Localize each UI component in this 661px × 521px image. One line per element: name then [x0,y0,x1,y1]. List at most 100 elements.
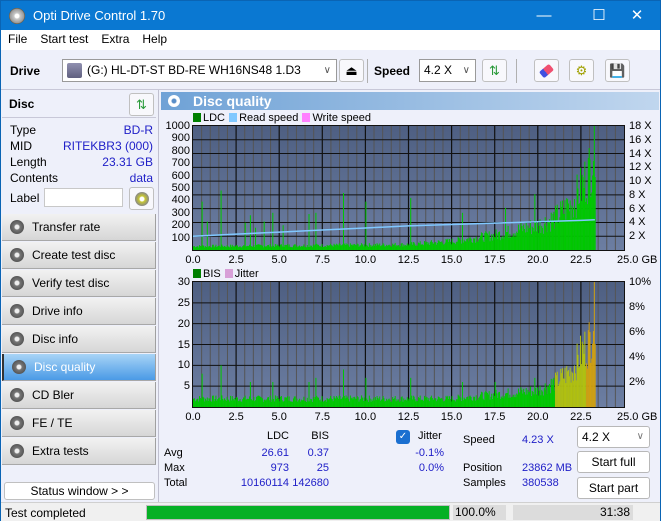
start-part-button[interactable]: Start part [577,477,650,499]
nav-create-test-disc[interactable]: Create test disc [2,242,156,269]
data-bar [194,401,196,407]
stats-col-ldc: LDC [266,430,289,442]
nav-drive-info[interactable]: Drive info [2,298,156,325]
y2-tick-label: 14 X [629,147,652,160]
nav-disc-info[interactable]: Disc info [2,326,156,353]
data-bar [375,399,377,407]
data-bar [250,399,252,407]
disc-label-button[interactable] [129,187,154,210]
data-bar [233,246,235,250]
menu-start-test[interactable]: Start test [33,30,94,46]
menu-file[interactable]: File [1,30,33,46]
data-bar [591,358,593,407]
settings-button[interactable]: ⚙ [569,59,594,82]
data-bar [247,245,249,250]
data-bar [409,243,411,250]
data-bar [572,373,574,407]
nav-fe-te[interactable]: FE / TE [2,410,156,437]
data-bar [523,388,525,407]
y2-tick-label: 4% [629,351,645,363]
nav-disc-quality[interactable]: Disc quality [2,354,156,381]
data-bar [355,399,357,407]
data-bar [230,246,232,250]
status-window-button[interactable]: Status window > > [4,482,155,500]
x-tick-label: 5.0 [271,254,287,266]
close-button[interactable]: ✕ [614,1,660,30]
test-speed-select[interactable]: 4.2 X ∨ [577,426,650,448]
data-bar [193,398,194,407]
data-bar [551,384,553,407]
data-bar [242,245,244,250]
data-bar [200,399,202,407]
data-bar [578,367,580,407]
data-bar [323,401,325,407]
data-bar [417,245,419,250]
data-bar [506,231,508,250]
nav-cd-bler[interactable]: CD Bler [2,382,156,409]
data-bar [242,399,244,407]
data-bar [408,400,410,407]
minimize-button[interactable]: — [521,1,567,30]
data-bar [436,399,438,407]
data-bar [494,382,496,407]
data-bar [482,240,484,250]
save-button[interactable]: 💾 [605,59,630,82]
menu-help[interactable]: Help [135,30,173,46]
menu-extra[interactable]: Extra [94,30,135,46]
nav-verify-test-disc[interactable]: Verify test disc [2,270,156,297]
data-bar [308,382,310,407]
data-bar [332,246,334,250]
data-bar [395,246,397,250]
data-bar [440,241,442,250]
eject-button[interactable]: ⏏ [339,59,364,82]
data-bar [214,399,216,407]
nav-transfer-rate[interactable]: Transfer rate [2,214,156,241]
data-bar [264,246,266,250]
data-bar [544,383,546,407]
data-bar [456,241,458,250]
data-bar [349,243,351,250]
ldc-chart-svg [192,126,624,250]
erase-button[interactable] [534,59,559,82]
nav-extra-tests[interactable]: Extra tests [2,438,156,465]
data-bar [336,244,338,250]
disc-quality-icon [168,95,180,107]
drive-label: Drive [10,64,41,78]
data-bar [304,246,306,250]
speed-select[interactable]: 4.2 X ∨ [419,59,476,82]
disc-label-input[interactable] [44,188,123,207]
data-bar [342,369,344,407]
data-bar [346,397,348,407]
ldc-swatch [193,113,201,122]
data-bar [555,375,557,407]
data-bar [286,397,288,407]
data-bar [261,398,263,407]
refresh-button[interactable]: ⇅ [482,59,507,82]
jitter-checkbox[interactable]: ✓ [396,430,410,444]
data-bar [273,245,275,250]
data-bar [239,398,241,407]
data-bar [546,232,548,250]
data-bar [240,401,242,407]
data-bar [514,394,516,407]
data-bar [530,396,532,407]
data-bar [329,398,331,407]
data-bar [553,377,555,407]
data-bar [472,400,474,407]
data-bar [353,396,355,407]
data-bar [406,243,408,250]
data-bar [259,396,261,407]
start-full-button[interactable]: Start full [577,451,650,473]
data-bar [569,200,571,250]
data-bar [488,231,490,250]
data-bar [586,363,588,407]
drive-select[interactable]: (G:) HL-DT-ST BD-RE WH16NS48 1.D3 ∨ [62,59,337,82]
disc-refresh-button[interactable]: ⇅ [129,93,154,116]
data-bar [510,237,512,250]
data-bar [356,243,358,250]
data-bar [492,399,494,407]
data-bar [211,401,213,407]
data-bar [375,245,377,250]
data-bar [565,219,567,250]
data-bar [550,212,552,250]
